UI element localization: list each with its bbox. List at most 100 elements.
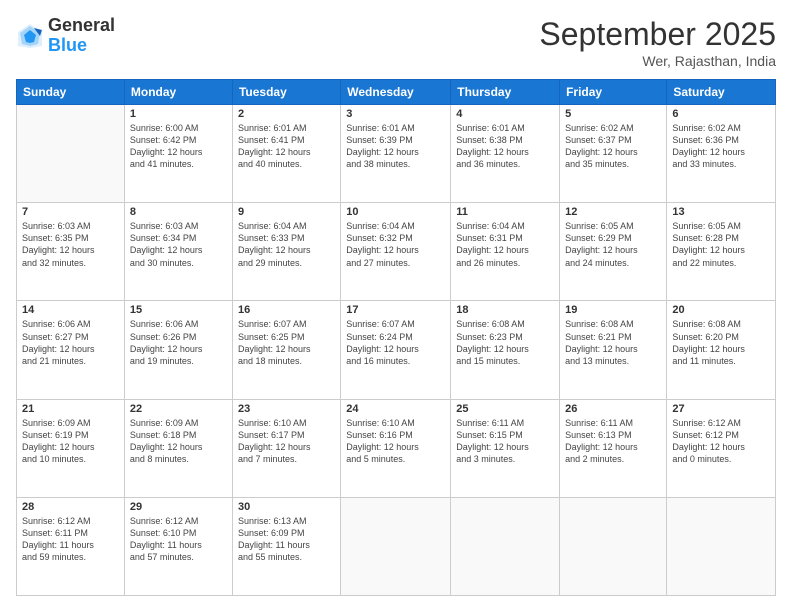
- page: General Blue September 2025 Wer, Rajasth…: [0, 0, 792, 612]
- day-info: Sunrise: 6:13 AMSunset: 6:09 PMDaylight:…: [238, 515, 335, 564]
- calendar-cell: 24 Sunrise: 6:10 AMSunset: 6:16 PMDayligh…: [341, 399, 451, 497]
- day-info: Sunrise: 6:10 AMSunset: 6:16 PMDaylight:…: [346, 417, 445, 466]
- day-info: Sunrise: 6:00 AMSunset: 6:42 PMDaylight:…: [130, 122, 227, 171]
- logo-text: General Blue: [48, 16, 115, 56]
- calendar-cell: 22 Sunrise: 6:09 AMSunset: 6:18 PMDayligh…: [124, 399, 232, 497]
- calendar-cell: 27 Sunrise: 6:12 AMSunset: 6:12 PMDayligh…: [667, 399, 776, 497]
- day-number: 21: [22, 403, 119, 415]
- day-info: Sunrise: 6:11 AMSunset: 6:15 PMDaylight:…: [456, 417, 554, 466]
- calendar-cell: [667, 497, 776, 595]
- day-info: Sunrise: 6:12 AMSunset: 6:12 PMDaylight:…: [672, 417, 770, 466]
- day-info: Sunrise: 6:08 AMSunset: 6:21 PMDaylight:…: [565, 318, 661, 367]
- day-number: 14: [22, 304, 119, 316]
- calendar-cell: 2 Sunrise: 6:01 AMSunset: 6:41 PMDaylight…: [232, 105, 340, 203]
- day-number: 27: [672, 403, 770, 415]
- header-monday: Monday: [124, 80, 232, 105]
- day-info: Sunrise: 6:02 AMSunset: 6:36 PMDaylight:…: [672, 122, 770, 171]
- day-number: 30: [238, 501, 335, 513]
- calendar-cell: [17, 105, 125, 203]
- calendar-cell: 5Sunrise: 6:02 AMSunset: 6:37 PMDaylight…: [560, 105, 667, 203]
- calendar-cell: 21 Sunrise: 6:09 AMSunset: 6:19 PMDayligh…: [17, 399, 125, 497]
- day-info: Sunrise: 6:03 AMSunset: 6:34 PMDaylight:…: [130, 220, 227, 269]
- day-info: Sunrise: 6:07 AMSunset: 6:25 PMDaylight:…: [238, 318, 335, 367]
- day-info: Sunrise: 6:09 AMSunset: 6:19 PMDaylight:…: [22, 417, 119, 466]
- day-info: Sunrise: 6:01 AMSunset: 6:38 PMDaylight:…: [456, 122, 554, 171]
- day-number: 26: [565, 403, 661, 415]
- calendar-cell: 18 Sunrise: 6:08 AMSunset: 6:23 PMDayligh…: [451, 301, 560, 399]
- day-number: 10: [346, 206, 445, 218]
- calendar-cell: 29 Sunrise: 6:12 AMSunset: 6:10 PMDayligh…: [124, 497, 232, 595]
- calendar-week-4: 28 Sunrise: 6:12 AMSunset: 6:11 PMDayligh…: [17, 497, 776, 595]
- day-info: Sunrise: 6:03 AMSunset: 6:35 PMDaylight:…: [22, 220, 119, 269]
- day-info: Sunrise: 6:09 AMSunset: 6:18 PMDaylight:…: [130, 417, 227, 466]
- calendar-week-2: 14 Sunrise: 6:06 AMSunset: 6:27 PMDayligh…: [17, 301, 776, 399]
- calendar-cell: 10 Sunrise: 6:04 AMSunset: 6:32 PMDayligh…: [341, 203, 451, 301]
- calendar-cell: 4 Sunrise: 6:01 AMSunset: 6:38 PMDaylight…: [451, 105, 560, 203]
- calendar-week-1: 7 Sunrise: 6:03 AMSunset: 6:35 PMDaylight…: [17, 203, 776, 301]
- calendar-cell: 23 Sunrise: 6:10 AMSunset: 6:17 PMDayligh…: [232, 399, 340, 497]
- header-row: Sunday Monday Tuesday Wednesday Thursday…: [17, 80, 776, 105]
- day-number: 4: [456, 108, 554, 120]
- calendar-cell: [451, 497, 560, 595]
- day-info: Sunrise: 6:05 AMSunset: 6:29 PMDaylight:…: [565, 220, 661, 269]
- day-number: 16: [238, 304, 335, 316]
- logo: General Blue: [16, 16, 115, 56]
- day-number: 28: [22, 501, 119, 513]
- day-info: Sunrise: 6:01 AMSunset: 6:39 PMDaylight:…: [346, 122, 445, 171]
- day-number: 29: [130, 501, 227, 513]
- day-info: Sunrise: 6:04 AMSunset: 6:33 PMDaylight:…: [238, 220, 335, 269]
- calendar-header: Sunday Monday Tuesday Wednesday Thursday…: [17, 80, 776, 105]
- calendar-cell: [560, 497, 667, 595]
- logo-icon: [16, 22, 44, 50]
- calendar-cell: 13Sunrise: 6:05 AMSunset: 6:28 PMDayligh…: [667, 203, 776, 301]
- title-section: September 2025 Wer, Rajasthan, India: [539, 16, 776, 69]
- day-info: Sunrise: 6:12 AMSunset: 6:11 PMDaylight:…: [22, 515, 119, 564]
- header-saturday: Saturday: [667, 80, 776, 105]
- day-info: Sunrise: 6:08 AMSunset: 6:23 PMDaylight:…: [456, 318, 554, 367]
- day-number: 24: [346, 403, 445, 415]
- logo-line1: General: [48, 16, 115, 36]
- calendar-cell: 12 Sunrise: 6:05 AMSunset: 6:29 PMDayligh…: [560, 203, 667, 301]
- calendar-cell: 6 Sunrise: 6:02 AMSunset: 6:36 PMDaylight…: [667, 105, 776, 203]
- subtitle: Wer, Rajasthan, India: [539, 53, 776, 69]
- day-info: Sunrise: 6:06 AMSunset: 6:27 PMDaylight:…: [22, 318, 119, 367]
- day-number: 11: [456, 206, 554, 218]
- header-thursday: Thursday: [451, 80, 560, 105]
- day-number: 7: [22, 206, 119, 218]
- day-number: 6: [672, 108, 770, 120]
- calendar-cell: 15Sunrise: 6:06 AMSunset: 6:26 PMDayligh…: [124, 301, 232, 399]
- day-number: 9: [238, 206, 335, 218]
- day-info: Sunrise: 6:07 AMSunset: 6:24 PMDaylight:…: [346, 318, 445, 367]
- calendar-cell: 7 Sunrise: 6:03 AMSunset: 6:35 PMDaylight…: [17, 203, 125, 301]
- header: General Blue September 2025 Wer, Rajasth…: [16, 16, 776, 69]
- day-number: 5: [565, 108, 661, 120]
- calendar-cell: 8 Sunrise: 6:03 AMSunset: 6:34 PMDaylight…: [124, 203, 232, 301]
- calendar-cell: 25Sunrise: 6:11 AMSunset: 6:15 PMDayligh…: [451, 399, 560, 497]
- day-number: 8: [130, 206, 227, 218]
- calendar-week-3: 21 Sunrise: 6:09 AMSunset: 6:19 PMDayligh…: [17, 399, 776, 497]
- calendar-cell: 14 Sunrise: 6:06 AMSunset: 6:27 PMDayligh…: [17, 301, 125, 399]
- day-number: 23: [238, 403, 335, 415]
- day-number: 18: [456, 304, 554, 316]
- day-number: 22: [130, 403, 227, 415]
- calendar-cell: 17 Sunrise: 6:07 AMSunset: 6:24 PMDayligh…: [341, 301, 451, 399]
- day-info: Sunrise: 6:11 AMSunset: 6:13 PMDaylight:…: [565, 417, 661, 466]
- day-info: Sunrise: 6:01 AMSunset: 6:41 PMDaylight:…: [238, 122, 335, 171]
- calendar-body: 1 Sunrise: 6:00 AMSunset: 6:42 PMDaylight…: [17, 105, 776, 596]
- header-tuesday: Tuesday: [232, 80, 340, 105]
- header-sunday: Sunday: [17, 80, 125, 105]
- calendar-cell: 1 Sunrise: 6:00 AMSunset: 6:42 PMDaylight…: [124, 105, 232, 203]
- day-info: Sunrise: 6:10 AMSunset: 6:17 PMDaylight:…: [238, 417, 335, 466]
- calendar-table: Sunday Monday Tuesday Wednesday Thursday…: [16, 79, 776, 596]
- day-number: 2: [238, 108, 335, 120]
- day-info: Sunrise: 6:12 AMSunset: 6:10 PMDaylight:…: [130, 515, 227, 564]
- calendar-cell: 16 Sunrise: 6:07 AMSunset: 6:25 PMDayligh…: [232, 301, 340, 399]
- day-number: 1: [130, 108, 227, 120]
- logo-line2: Blue: [48, 36, 115, 56]
- day-info: Sunrise: 6:04 AMSunset: 6:32 PMDaylight:…: [346, 220, 445, 269]
- day-number: 17: [346, 304, 445, 316]
- calendar-cell: 11 Sunrise: 6:04 AMSunset: 6:31 PMDayligh…: [451, 203, 560, 301]
- day-number: 19: [565, 304, 661, 316]
- day-info: Sunrise: 6:04 AMSunset: 6:31 PMDaylight:…: [456, 220, 554, 269]
- day-number: 12: [565, 206, 661, 218]
